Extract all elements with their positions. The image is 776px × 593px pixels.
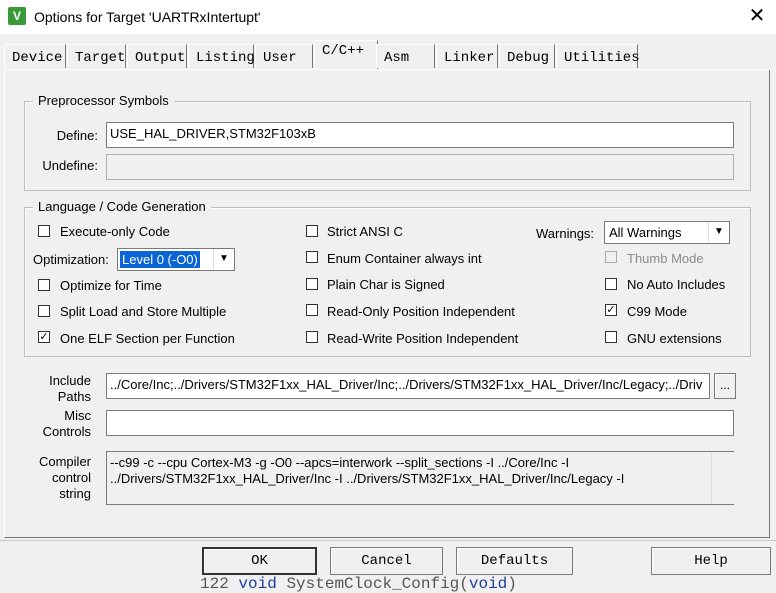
chevron-down-icon: ▼ <box>708 222 729 243</box>
thumb-mode-label: Thumb Mode <box>627 251 704 266</box>
misc-controls-label: Misc Controls <box>26 408 91 440</box>
compiler-string-scrollbar[interactable] <box>711 452 734 504</box>
enum-container-label: Enum Container always int <box>327 251 482 266</box>
checkmark-icon: ✓ <box>39 331 49 343</box>
no-auto-includes-label: No Auto Includes <box>627 277 726 292</box>
compiler-label-line3: string <box>59 486 91 501</box>
enum-container-checkbox[interactable] <box>306 251 318 263</box>
include-label-line2: Paths <box>57 389 91 404</box>
compiler-control-label: Compiler control string <box>26 454 91 502</box>
include-browse-button[interactable]: ... <box>714 373 736 399</box>
code-function: SystemClock_Config( <box>286 575 469 593</box>
compiler-control-string: --c99 -c --cpu Cortex-M3 -g -O0 --apcs=i… <box>106 451 734 505</box>
undefine-label: Undefine: <box>42 158 98 173</box>
misc-controls-input[interactable] <box>106 410 734 436</box>
split-load-label: Split Load and Store Multiple <box>60 304 227 319</box>
include-label-line1: Include <box>49 373 91 388</box>
strict-ansi-label: Strict ANSI C <box>327 224 403 239</box>
tab-cpp[interactable]: C/C++ <box>314 40 378 70</box>
optimize-time-label: Optimize for Time <box>60 278 162 293</box>
optimize-time-checkbox[interactable] <box>38 279 50 291</box>
one-elf-label: One ELF Section per Function <box>60 331 235 346</box>
rw-position-label: Read-Write Position Independent <box>327 331 519 346</box>
preprocessor-title: Preprocessor Symbols <box>33 93 174 108</box>
ro-position-label: Read-Only Position Independent <box>327 304 515 319</box>
tab-user[interactable]: User <box>255 44 313 68</box>
optimization-select[interactable]: Level 0 (-O0) ▼ <box>117 248 235 271</box>
background-code: 122 void SystemClock_Config(void) <box>200 575 517 593</box>
plain-char-checkbox[interactable] <box>306 278 318 290</box>
tab-debug[interactable]: Debug <box>499 44 555 68</box>
execute-only-checkbox[interactable] <box>38 225 50 237</box>
tab-target[interactable]: Target <box>67 44 126 68</box>
tab-device[interactable]: Device <box>4 44 66 68</box>
misc-label-line2: Controls <box>42 424 91 439</box>
plain-char-label: Plain Char is Signed <box>327 277 445 292</box>
window-title: Options for Target 'UARTRxIntertupt' <box>34 9 261 25</box>
code-end: ) <box>507 575 517 593</box>
code-keyword: void <box>238 575 277 593</box>
one-elf-checkbox[interactable]: ✓ <box>38 331 50 343</box>
define-input[interactable]: USE_HAL_DRIVER,STM32F103xB <box>106 122 734 148</box>
tab-utilities[interactable]: Utilities <box>556 44 640 68</box>
warnings-value: All Warnings <box>609 225 682 240</box>
code-line-number: 122 <box>200 575 229 593</box>
warnings-select[interactable]: All Warnings ▼ <box>604 221 730 244</box>
tab-linker[interactable]: Linker <box>436 44 498 68</box>
gnu-extensions-checkbox[interactable] <box>605 331 617 343</box>
optimization-label: Optimization: <box>33 252 109 267</box>
keil-icon: V <box>8 7 26 25</box>
strict-ansi-checkbox[interactable] <box>306 225 318 237</box>
tab-listing[interactable]: Listing <box>188 44 255 68</box>
chevron-down-icon: ▼ <box>213 249 234 270</box>
thumb-mode-checkbox[interactable] <box>605 251 617 263</box>
rw-position-checkbox[interactable] <box>306 331 318 343</box>
optimization-value: Level 0 (-O0) <box>120 251 200 268</box>
compiler-string-line1: --c99 -c --cpu Cortex-M3 -g -O0 --apcs=i… <box>110 455 570 470</box>
warnings-label: Warnings: <box>536 226 595 241</box>
c99-mode-checkbox[interactable]: ✓ <box>605 304 617 316</box>
checkmark-icon: ✓ <box>606 304 616 316</box>
compiler-string-line2: ../Drivers/STM32F1xx_HAL_Driver/Inc -I .… <box>110 471 625 486</box>
undefine-input[interactable] <box>106 154 734 180</box>
include-paths-label: Include Paths <box>26 373 91 405</box>
define-label: Define: <box>56 128 98 143</box>
bottom-separator <box>0 540 776 541</box>
codegen-title: Language / Code Generation <box>33 199 211 214</box>
c99-mode-label: C99 Mode <box>627 304 687 319</box>
ok-button[interactable]: OK <box>202 547 317 575</box>
compiler-label-line1: Compiler <box>38 454 91 469</box>
misc-label-line1: Misc <box>64 408 91 423</box>
help-button[interactable]: Help <box>651 547 771 575</box>
compiler-label-line2: control <box>51 470 91 485</box>
defaults-button[interactable]: Defaults <box>456 547 573 575</box>
tab-output[interactable]: Output <box>127 44 187 68</box>
close-icon[interactable]: ✕ <box>745 4 769 28</box>
include-paths-input[interactable]: ../Core/Inc;../Drivers/STM32F1xx_HAL_Dri… <box>106 373 710 399</box>
code-keyword-2: void <box>468 575 508 593</box>
cancel-button[interactable]: Cancel <box>330 547 443 575</box>
split-load-checkbox[interactable] <box>38 305 50 317</box>
ro-position-checkbox[interactable] <box>306 304 318 316</box>
no-auto-includes-checkbox[interactable] <box>605 278 617 290</box>
gnu-extensions-label: GNU extensions <box>627 331 722 346</box>
tab-asm[interactable]: Asm <box>376 44 435 68</box>
execute-only-label: Execute-only Code <box>60 224 170 239</box>
